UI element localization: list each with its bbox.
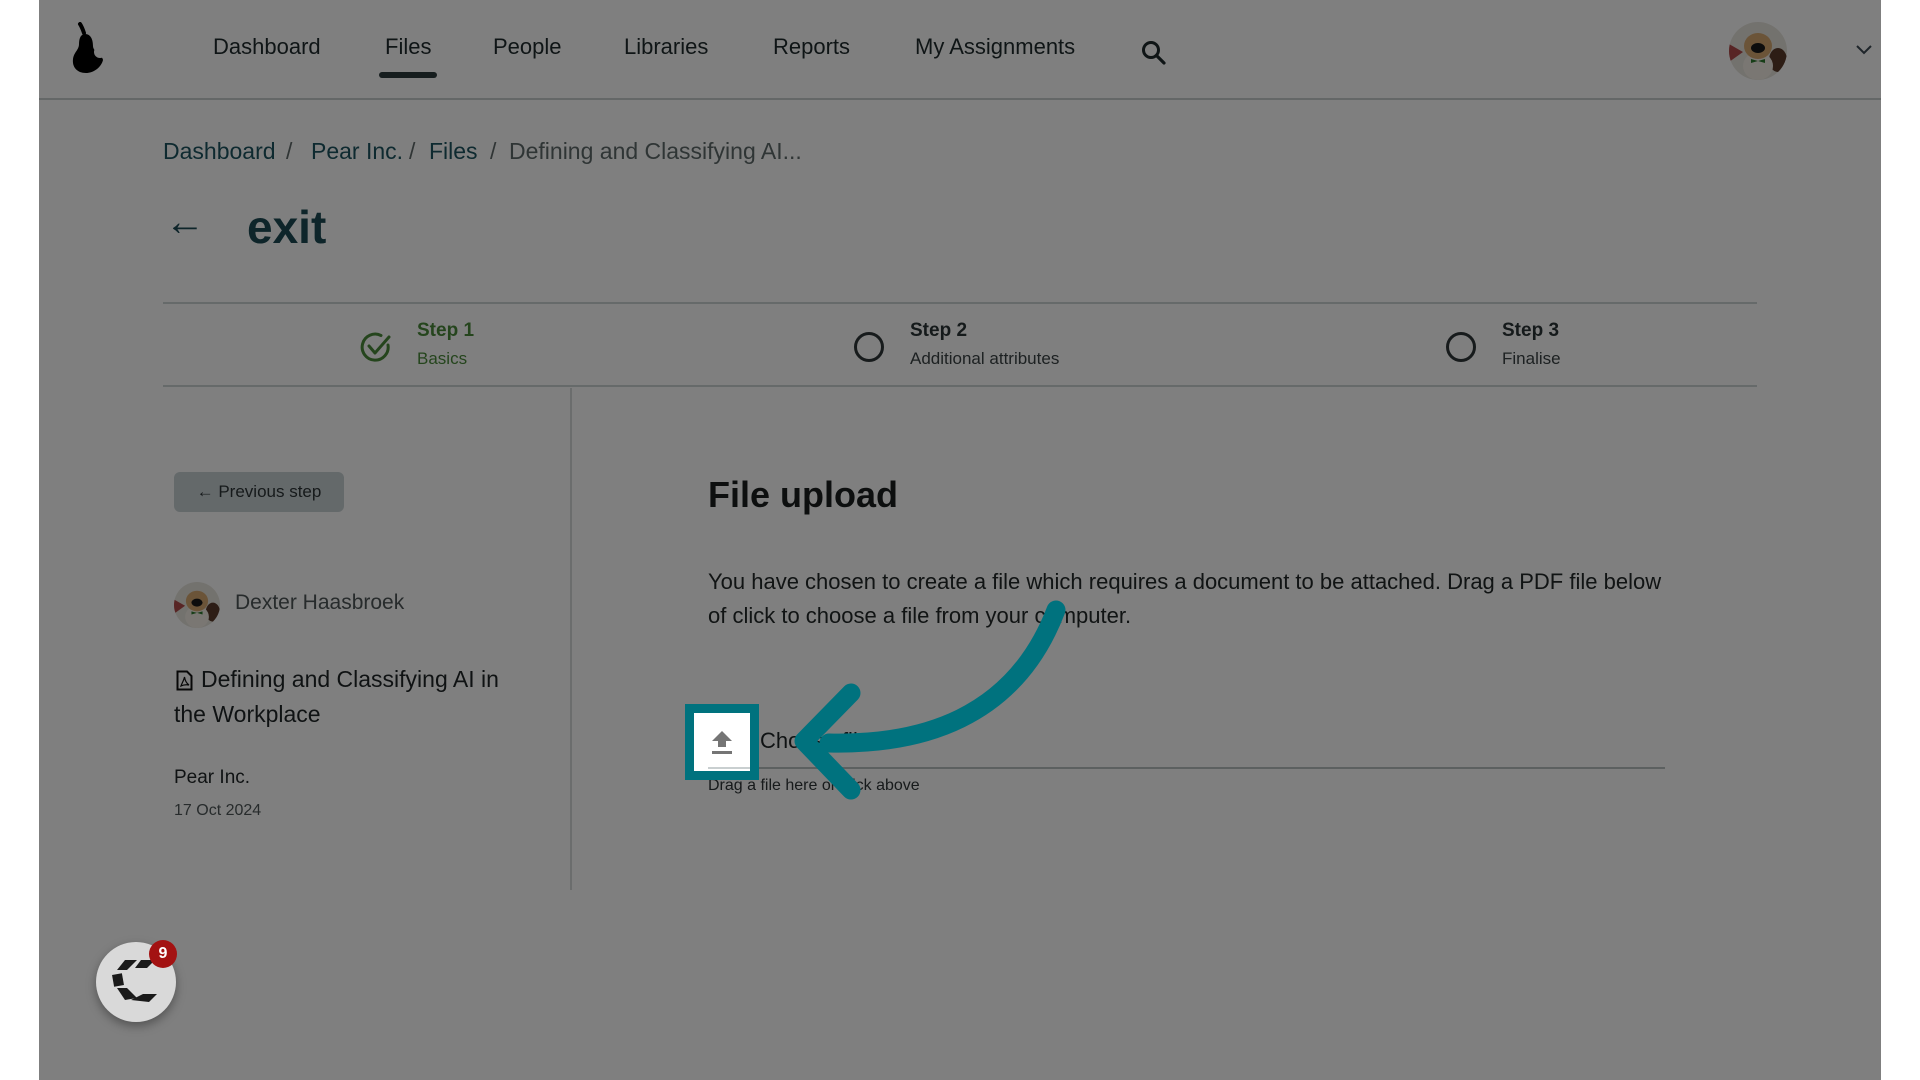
- chevron-down-icon[interactable]: [1856, 45, 1872, 55]
- nav-libraries-label: Libraries: [624, 34, 709, 59]
- pear-logo-icon[interactable]: [69, 22, 105, 74]
- step-1-subtitle: Basics: [417, 349, 468, 368]
- nav-libraries[interactable]: Libraries: [624, 34, 708, 60]
- stepper-bottom-divider: [163, 385, 1757, 387]
- active-nav-indicator: [379, 72, 438, 78]
- nav-files-label: Files: [385, 34, 432, 59]
- nav-people[interactable]: People: [493, 34, 562, 60]
- empty-circle-icon: [1446, 332, 1476, 362]
- nav-dashboard[interactable]: Dashboard: [213, 34, 321, 60]
- stepper-top-divider: [163, 302, 1757, 304]
- step-2-subtitle: Additional attributes: [910, 349, 1060, 368]
- dog-avatar-image: [1729, 33, 1787, 80]
- choose-file-label[interactable]: Choose file: [760, 728, 870, 754]
- vertical-divider: [570, 388, 572, 890]
- check-circle-icon: [360, 332, 391, 362]
- upload-field-underline: [708, 767, 1665, 769]
- upload-button[interactable]: [694, 713, 750, 771]
- breadcrumb-pear-inc[interactable]: Pear Inc.: [311, 138, 403, 165]
- breadcrumb-separator: /: [490, 138, 497, 164]
- nav-people-label: People: [493, 34, 562, 59]
- file-date: 17 Oct 2024: [174, 802, 262, 819]
- notification-badge: 9: [149, 940, 177, 968]
- file-upload-description: You have chosen to create a file which r…: [708, 569, 1662, 628]
- file-upload-heading: File upload: [708, 474, 899, 515]
- step-2-title: Step 2: [910, 320, 968, 341]
- author-name: Dexter Haasbroek: [235, 591, 405, 614]
- nav-my-assignments-label: My Assignments: [915, 34, 1076, 59]
- step-3-title: Step 3: [1502, 320, 1560, 341]
- nav-reports[interactable]: Reports: [773, 34, 850, 60]
- breadcrumb-separator: /: [409, 138, 416, 164]
- empty-circle-icon: [854, 332, 884, 362]
- upload-button-underline: [708, 767, 750, 769]
- breadcrumb-dashboard[interactable]: Dashboard: [163, 138, 276, 165]
- author-avatar: [174, 582, 220, 628]
- back-arrow-icon[interactable]: ←: [165, 200, 205, 245]
- previous-step-label: ← Previous step: [196, 482, 322, 501]
- organisation-name: Pear Inc.: [174, 767, 251, 788]
- top-nav-bar: Dashboard Files People Libraries Reports…: [39, 0, 1881, 100]
- nav-my-assignments[interactable]: My Assignments: [915, 34, 1075, 60]
- app-window: Dashboard Files People Libraries Reports…: [39, 0, 1881, 1080]
- nav-files[interactable]: Files: [379, 34, 438, 78]
- breadcrumb-current-file: Defining and Classifying AI...: [509, 138, 802, 164]
- nav-dashboard-label: Dashboard: [213, 34, 321, 59]
- file-title: Defining and Classifying AI in the Workp…: [174, 666, 499, 727]
- breadcrumb-separator: /: [286, 138, 293, 164]
- previous-step-button[interactable]: ← Previous step: [174, 472, 344, 512]
- page-title: exit: [247, 201, 327, 253]
- user-avatar[interactable]: [1729, 22, 1787, 80]
- breadcrumb-files[interactable]: Files: [429, 138, 478, 165]
- search-icon[interactable]: [1141, 40, 1167, 66]
- upload-icon: [712, 731, 732, 754]
- step-1-title: Step 1: [417, 320, 475, 341]
- step-3-subtitle: Finalise: [1502, 349, 1561, 368]
- nav-reports-label: Reports: [773, 34, 851, 59]
- dog-avatar-image: [174, 590, 220, 628]
